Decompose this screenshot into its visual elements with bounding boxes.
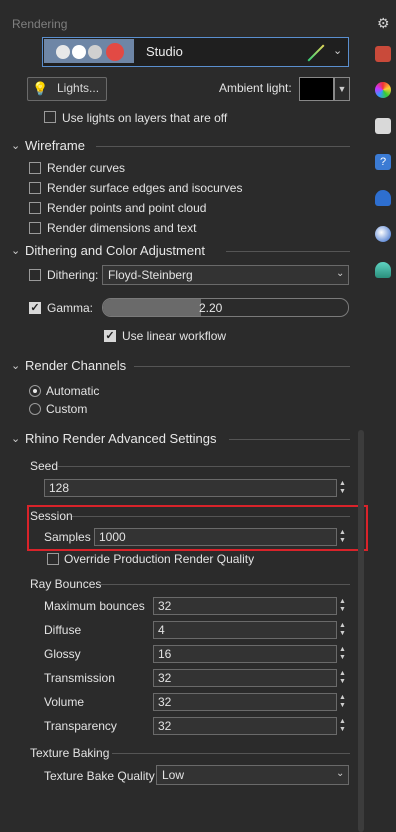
color-wheel-icon[interactable] [375,82,391,98]
dithering-value: Floyd-Steinberg [108,268,193,282]
transparency-value: 32 [158,719,172,733]
render-curves-checkbox[interactable] [29,162,41,174]
diffuse-value: 4 [158,623,165,637]
volume-spinner[interactable]: ▲ ▼ [336,693,348,711]
glossy-value: 16 [158,647,172,661]
chevron-down-icon[interactable]: ⌄ [11,359,20,372]
render-dimensions-checkbox[interactable] [29,222,41,234]
seed-input[interactable] [44,479,337,497]
max-bounces-label: Maximum bounces [44,599,145,613]
environment-name: Studio [146,44,183,59]
automatic-label: Automatic [46,384,100,398]
diffuse-input[interactable] [153,621,337,639]
gamma-checkbox[interactable]: ✓ [29,302,41,314]
seed-group-label: Seed [30,459,59,473]
divider [100,584,350,585]
highlight-box [27,505,368,551]
transmission-label: Transmission [44,671,115,685]
sphere-preview-icon [72,45,86,59]
glossy-label: Glossy [44,647,81,661]
custom-label: Custom [46,402,88,416]
texture-bake-quality-value: Low [162,768,185,782]
panel-title: Rendering [12,17,68,31]
divider [229,439,350,440]
linear-workflow-checkbox[interactable]: ✓ [104,330,116,342]
texture-bake-quality-label: Texture Bake Quality [44,769,155,783]
section-advanced-settings[interactable]: Rhino Render Advanced Settings [25,431,217,446]
environment-icon[interactable] [375,262,391,278]
render-curves-label: Render curves [47,161,126,175]
rendering-icon[interactable] [375,226,391,242]
layers-panel-icon[interactable] [375,46,391,62]
max-bounces-value: 32 [158,599,172,613]
ambient-light-label: Ambient light: [219,81,292,95]
section-render-channels[interactable]: Render Channels [25,358,126,373]
chevron-down-icon: ⌄ [336,268,345,279]
override-quality-label: Override Production Render Quality [64,552,255,566]
custom-radio[interactable] [29,403,41,415]
light-bulb-icon: 💡 [32,81,49,96]
divider [134,366,350,367]
render-points-checkbox[interactable] [29,202,41,214]
sphere-preview-icon [56,45,70,59]
linear-workflow-label: Use linear workflow [122,329,227,343]
transparency-label: Transparency [44,719,117,733]
divider [226,251,350,252]
seed-value: 128 [49,481,70,495]
transparency-spinner[interactable]: ▲ ▼ [336,717,348,735]
lights-button-label: Lights... [57,81,100,95]
use-lights-off-label: Use lights on layers that are off [62,111,228,125]
diffuse-spinner[interactable]: ▲ ▼ [336,621,348,639]
transmission-value: 32 [158,671,172,685]
chevron-down-icon: ⌄ [336,768,345,779]
notifications-icon[interactable] [375,190,391,206]
transmission-input[interactable] [153,669,337,687]
chevron-down-icon[interactable]: ▼ [334,77,350,101]
sphere-preview-icon [106,43,124,61]
divider [58,466,350,467]
glossy-input[interactable] [153,645,337,663]
render-edges-label: Render surface edges and isocurves [47,181,243,195]
diffuse-label: Diffuse [44,623,82,637]
use-lights-off-checkbox[interactable] [44,111,56,123]
help-icon[interactable]: ? [375,154,391,170]
ambient-color-swatch[interactable] [299,77,334,101]
display-panel-icon[interactable] [375,118,391,134]
chevron-down-icon[interactable]: ⌄ [11,432,20,445]
volume-label: Volume [44,695,85,709]
transmission-spinner[interactable]: ▲ ▼ [336,669,348,687]
divider [96,146,350,147]
volume-value: 32 [158,695,172,709]
max-bounces-input[interactable] [153,597,337,615]
gear-icon[interactable]: ⚙ [377,15,390,32]
dithering-label: Dithering: [47,268,99,282]
section-wireframe[interactable]: Wireframe [25,138,85,153]
seed-spinner[interactable]: ▲ ▼ [336,479,348,497]
scrollbar[interactable] [358,430,364,832]
chevron-down-icon[interactable]: ⌄ [11,139,20,152]
render-dimensions-label: Render dimensions and text [47,221,197,235]
transparency-input[interactable] [153,717,337,735]
glossy-spinner[interactable]: ▲ ▼ [336,645,348,663]
gamma-slider[interactable]: 2.20 [102,298,349,317]
render-edges-checkbox[interactable] [29,182,41,194]
override-quality-checkbox[interactable] [47,553,59,565]
sphere-preview-icon [88,45,102,59]
gamma-slider-fill [103,299,201,316]
chevron-down-icon[interactable]: ⌄ [333,44,342,57]
chevron-down-icon[interactable]: ⌄ [11,244,20,257]
gamma-value: 2.20 [199,301,223,315]
section-dithering[interactable]: Dithering and Color Adjustment [25,243,205,258]
volume-input[interactable] [153,693,337,711]
ray-bounces-group-label: Ray Bounces [30,577,102,591]
automatic-radio[interactable] [29,385,41,397]
texture-baking-group-label: Texture Baking [30,746,110,760]
max-bounces-spinner[interactable]: ▲ ▼ [336,597,348,615]
texture-bake-quality-dropdown[interactable] [156,765,349,785]
divider [112,753,350,754]
dithering-checkbox[interactable] [29,269,41,281]
render-points-label: Render points and point cloud [47,201,207,215]
gamma-label: Gamma: [47,301,94,315]
